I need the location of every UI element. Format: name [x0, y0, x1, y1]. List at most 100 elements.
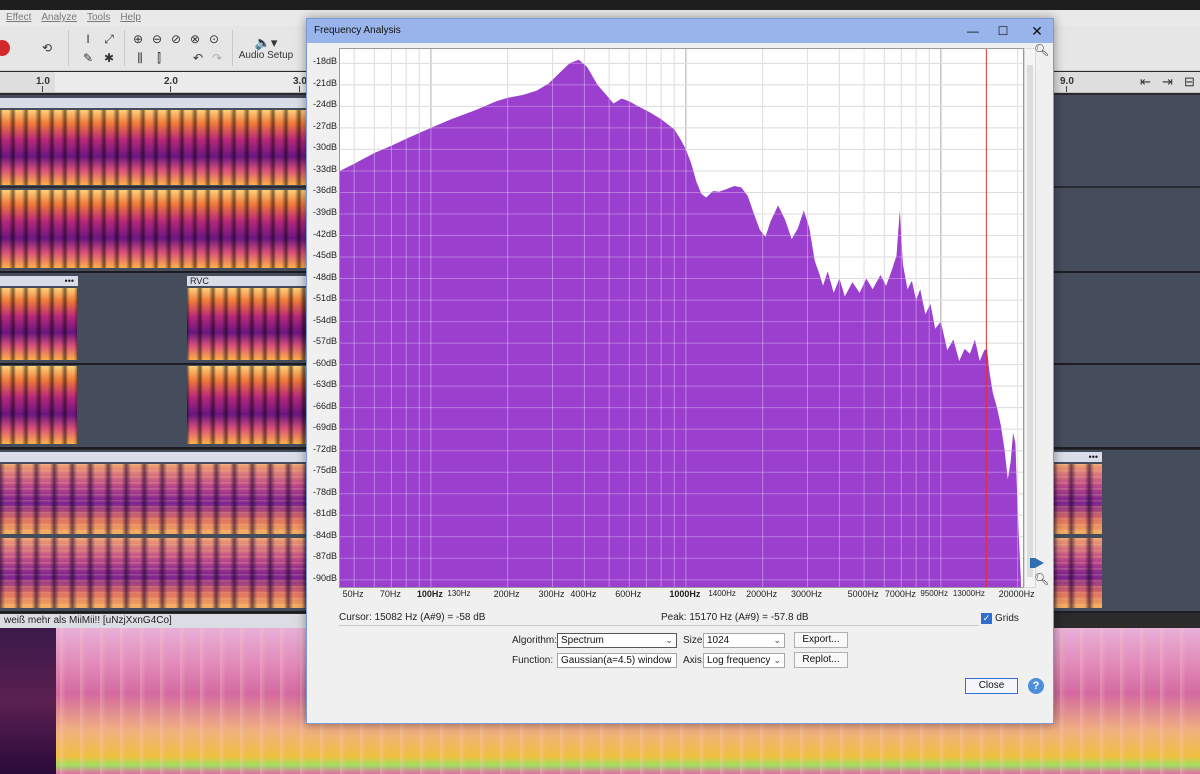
- undo-icon[interactable]: ↶: [190, 50, 206, 66]
- spectrum-area: [340, 59, 1021, 587]
- size-label: Size:: [683, 635, 706, 646]
- toolbar-separator: [124, 30, 125, 66]
- x-tick-label: 2000Hz: [746, 589, 778, 599]
- size-select[interactable]: 1024 ⌄: [703, 633, 785, 648]
- spectrogram-channel[interactable]: [1053, 538, 1102, 608]
- trim-icon[interactable]: ⫼: [132, 50, 148, 66]
- zoom-out-icon[interactable]: ⊖: [149, 31, 165, 47]
- spectrogram-clip[interactable]: [0, 366, 77, 444]
- dialog-titlebar[interactable]: Frequency Analysis — ☐ ✕: [307, 19, 1053, 43]
- dialog-title: Frequency Analysis: [314, 25, 401, 36]
- spectrogram-channel[interactable]: [0, 538, 307, 608]
- channel-divider: [1053, 186, 1200, 188]
- maximize-icon[interactable]: ☐: [987, 19, 1019, 43]
- zoom-out-icon[interactable]: 🔍︎: [1034, 572, 1049, 586]
- speaker-icon: 🔈▾: [254, 34, 278, 50]
- algorithm-label: Algorithm:: [512, 635, 558, 646]
- x-tick-label: 3000Hz: [791, 589, 823, 599]
- fit-project-icon[interactable]: ⊗: [187, 31, 203, 47]
- replot-button[interactable]: Replot...: [794, 652, 848, 668]
- spectrogram-clip[interactable]: [187, 366, 307, 444]
- algorithm-select[interactable]: Spectrum ⌄: [557, 633, 677, 648]
- ruler-tool-icon[interactable]: ⇤: [1140, 74, 1151, 90]
- draw-tool-icon[interactable]: ✎: [80, 50, 96, 66]
- algorithm-value: Spectrum: [561, 635, 604, 646]
- ruler-mark: [1066, 86, 1067, 92]
- x-tick-label: 1400Hz: [708, 589, 736, 598]
- minimize-icon[interactable]: —: [957, 19, 989, 43]
- spectrogram-channel[interactable]: [0, 190, 307, 268]
- selection-tool-icon[interactable]: I: [80, 31, 96, 47]
- track-name-label[interactable]: weiß mehr als MiiMii!! [uNzjXxnG4Co]: [0, 614, 307, 628]
- x-tick-label: 300Hz: [538, 589, 565, 599]
- spectrogram-channel[interactable]: [1053, 464, 1102, 534]
- y-tick-label: -81dB: [312, 508, 337, 519]
- pin-icon[interactable]: ⊟: [1184, 74, 1195, 90]
- spectrogram-channel[interactable]: [0, 110, 307, 185]
- zoom-slider-handle[interactable]: [1030, 558, 1044, 568]
- y-tick-label: -45dB: [312, 250, 337, 261]
- y-tick-label: -27dB: [312, 120, 337, 131]
- function-select[interactable]: Gaussian(a=4.5) window ⌄: [557, 653, 677, 668]
- ruler-tool-icon[interactable]: ⇥: [1162, 74, 1173, 90]
- spectrogram-clip[interactable]: [0, 288, 77, 360]
- loop-icon[interactable]: ⟲: [39, 40, 55, 56]
- export-button[interactable]: Export...: [794, 632, 848, 648]
- fit-selection-icon[interactable]: ⊘: [168, 31, 184, 47]
- redo-icon[interactable]: ↷: [209, 50, 225, 66]
- close-button[interactable]: Close: [965, 678, 1018, 694]
- y-tick-label: -39dB: [312, 206, 337, 217]
- clip-header[interactable]: [0, 452, 307, 462]
- spectrum-plot[interactable]: [339, 48, 1024, 588]
- envelope-tool-icon[interactable]: ⤢: [101, 31, 117, 47]
- grids-checkbox[interactable]: ✓ Grids: [981, 613, 1019, 624]
- y-tick-label: -75dB: [312, 465, 337, 476]
- spectrogram-channel[interactable]: [0, 464, 307, 534]
- channel-divider: [0, 186, 307, 188]
- multi-tool-icon[interactable]: ✱: [101, 50, 117, 66]
- ruler-mark: [170, 86, 171, 92]
- x-tick-label: 20000Hz: [998, 589, 1035, 599]
- checkbox-checked-icon[interactable]: ✓: [981, 613, 992, 624]
- spectrogram-clip[interactable]: [187, 288, 307, 360]
- clip-menu[interactable]: •••: [1053, 452, 1102, 462]
- zoom-in-icon[interactable]: 🔍︎: [1034, 43, 1049, 57]
- close-icon[interactable]: ✕: [1021, 19, 1053, 43]
- x-axis-labels: 50Hz 70Hz 100Hz 130Hz 200Hz 300Hz 400Hz 600Hz 10…: [339, 589, 1035, 603]
- y-tick-label: -84dB: [312, 529, 337, 540]
- y-tick-label: -33dB: [312, 163, 337, 174]
- help-icon[interactable]: ?: [1028, 678, 1044, 694]
- clip-header-rvc[interactable]: RVC: [187, 276, 307, 286]
- menu-tools[interactable]: Tools: [87, 10, 110, 26]
- audio-setup-button[interactable]: 🔈▾ Audio Setup: [238, 30, 294, 66]
- x-tick-label: 130Hz: [447, 589, 471, 598]
- y-tick-label: -87dB: [312, 551, 337, 562]
- silence-icon[interactable]: ⫿: [151, 50, 167, 66]
- axis-select[interactable]: Log frequency ⌄: [703, 653, 785, 668]
- clip-header[interactable]: [0, 98, 307, 108]
- zoom-in-icon[interactable]: ⊕: [130, 31, 146, 47]
- ruler-mark: [42, 86, 43, 92]
- x-tick-label: 600Hz: [615, 589, 642, 599]
- menu-analyze[interactable]: Analyze: [41, 10, 77, 26]
- audio-setup-label: Audio Setup: [238, 49, 294, 61]
- menu-effect[interactable]: Effect: [6, 10, 31, 26]
- y-tick-label: -36dB: [312, 185, 337, 196]
- app-top-strip: [0, 0, 1200, 10]
- menu-help[interactable]: Help: [120, 10, 141, 26]
- vertical-scrollbar[interactable]: [1024, 48, 1036, 588]
- axis-label: Axis:: [683, 655, 705, 666]
- x-tick-label: 50Hz: [342, 589, 364, 599]
- scrollbar-thumb[interactable]: [1027, 65, 1033, 577]
- y-tick-label: -21dB: [312, 77, 337, 88]
- y-tick-label: -54dB: [312, 314, 337, 325]
- x-tick-label: 7000Hz: [884, 589, 916, 599]
- y-tick-label: -72dB: [312, 443, 337, 454]
- y-tick-label: -78dB: [312, 486, 337, 497]
- y-tick-label: -90dB: [312, 572, 337, 583]
- size-value: 1024: [707, 635, 730, 646]
- chevron-down-icon: ⌄: [773, 635, 781, 645]
- x-tick-label: 70Hz: [379, 589, 401, 599]
- zoom-toggle-icon[interactable]: ⊙: [206, 31, 222, 47]
- clip-menu[interactable]: •••: [0, 276, 78, 286]
